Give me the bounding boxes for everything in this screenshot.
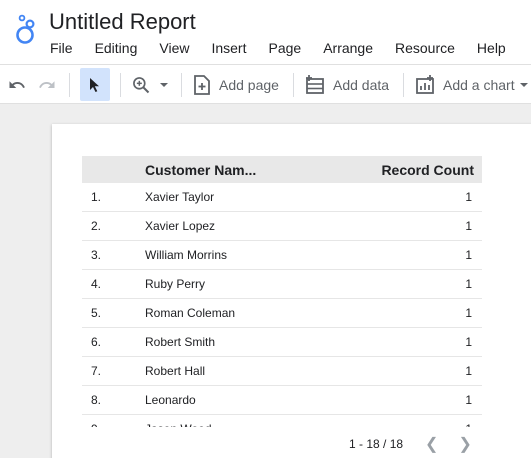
redo-icon [39, 80, 55, 88]
add-chart-icon [416, 74, 434, 94]
data-studio-logo-icon[interactable] [13, 14, 37, 46]
record-count-cell: 1 [465, 190, 472, 204]
row-index: 7. [91, 364, 102, 378]
record-count-cell: 1 [465, 277, 472, 291]
column-header-record-count[interactable]: Record Count [325, 162, 482, 178]
table-header: Customer Nam... Record Count [82, 156, 482, 183]
table-row[interactable]: 7. Robert Hall 1 [82, 357, 482, 386]
table-row[interactable]: 2. Xavier Lopez 1 [82, 212, 482, 241]
redo-button[interactable] [35, 68, 59, 101]
row-index: 3. [91, 248, 102, 262]
menu-page[interactable]: Page [257, 39, 312, 59]
column-header-customer-name[interactable]: Customer Nam... [145, 162, 325, 178]
customer-name-cell: Ruby Perry [145, 277, 206, 291]
menu-editing[interactable]: Editing [84, 39, 149, 59]
dropdown-arrow-icon [519, 82, 528, 87]
customer-name-cell: Robert Hall [145, 364, 206, 378]
cursor-arrow-icon [90, 77, 99, 92]
menu-help[interactable]: Help [466, 39, 517, 59]
menu-insert[interactable]: Insert [200, 39, 257, 59]
toolbar-divider [293, 73, 294, 97]
table-row[interactable]: 5. Roman Coleman 1 [82, 299, 482, 328]
add-page-label: Add page [219, 76, 279, 93]
zoom-in-icon [133, 76, 150, 93]
pagination-label: 1 - 18 / 18 [349, 437, 404, 451]
add-chart-label: Add a chart [443, 76, 515, 93]
menu-view[interactable]: View [148, 39, 200, 59]
add-data-icon [306, 74, 324, 94]
record-count-cell: 1 [465, 306, 472, 320]
undo-icon [9, 80, 25, 88]
customer-name-cell: Leonardo [145, 393, 196, 407]
record-count-cell: 1 [325, 422, 482, 427]
table-row[interactable]: 6. Robert Smith 1 [82, 328, 482, 357]
row-index: 6. [91, 335, 102, 349]
table-body: 1. Xavier Taylor 1 2. Xavier Lopez 1 3. William… [82, 183, 482, 427]
report-title[interactable]: Untitled Report [49, 9, 196, 35]
pagination: 1 - 18 / 18 ❮ ❯ [349, 434, 472, 454]
add-data-button[interactable]: Add data [305, 68, 391, 101]
table-row[interactable]: 1. Xavier Taylor 1 [82, 183, 482, 212]
report-page[interactable]: Customer Nam... Record Count 1. Xavier Ta… [52, 124, 531, 458]
record-count-cell: 1 [465, 393, 472, 407]
toolbar: Add page Add data Add a chart [0, 64, 531, 104]
add-chart-button[interactable]: Add a chart [415, 68, 531, 101]
row-index: 2. [91, 219, 102, 233]
table-row[interactable]: 9.Jason Wood1 [82, 415, 482, 427]
zoom-button[interactable] [129, 68, 171, 101]
add-data-label: Add data [333, 76, 390, 93]
dropdown-arrow-icon [160, 82, 168, 87]
menu-bar: File Editing View Insert Page Arrange Re… [40, 39, 517, 59]
add-page-button[interactable]: Add page [193, 68, 285, 101]
customer-name-cell: Robert Smith [145, 335, 216, 349]
toolbar-divider [120, 73, 121, 97]
customer-name-cell: Roman Coleman [145, 306, 236, 320]
menu-resource[interactable]: Resource [384, 39, 466, 59]
customer-name-cell: Xavier Lopez [145, 219, 216, 233]
data-table[interactable]: Customer Nam... Record Count 1. Xavier Ta… [82, 156, 482, 427]
toolbar-divider [69, 73, 70, 97]
toolbar-divider [181, 73, 182, 97]
customer-name-cell: Jason Wood [145, 422, 325, 427]
record-count-cell: 1 [465, 219, 472, 233]
record-count-cell: 1 [465, 364, 472, 378]
customer-name-cell: William Morrins [145, 248, 227, 262]
title-bar: Untitled Report File Editing View Insert… [0, 0, 531, 64]
row-index: 9. [82, 422, 145, 427]
menu-arrange[interactable]: Arrange [312, 39, 384, 59]
chevron-right-icon[interactable]: ❯ [458, 434, 471, 454]
add-page-icon [194, 74, 210, 95]
table-row[interactable]: 3. William Morrins 1 [82, 241, 482, 270]
row-index: 8. [91, 393, 102, 407]
table-row[interactable]: 8. Leonardo 1 [82, 386, 482, 415]
chevron-left-icon[interactable]: ❮ [425, 434, 438, 454]
customer-name-cell: Xavier Taylor [145, 190, 215, 204]
row-index: 5. [91, 306, 102, 320]
row-index: 1. [91, 190, 102, 204]
toolbar-divider [403, 73, 404, 97]
menu-file[interactable]: File [40, 39, 84, 59]
table-row[interactable]: 4. Ruby Perry 1 [82, 270, 482, 299]
undo-button[interactable] [5, 68, 29, 101]
row-index: 4. [91, 277, 102, 291]
select-tool-button[interactable] [80, 68, 110, 101]
record-count-cell: 1 [465, 335, 472, 349]
record-count-cell: 1 [465, 248, 472, 262]
report-canvas[interactable]: Customer Nam... Record Count 1. Xavier Ta… [0, 104, 531, 458]
